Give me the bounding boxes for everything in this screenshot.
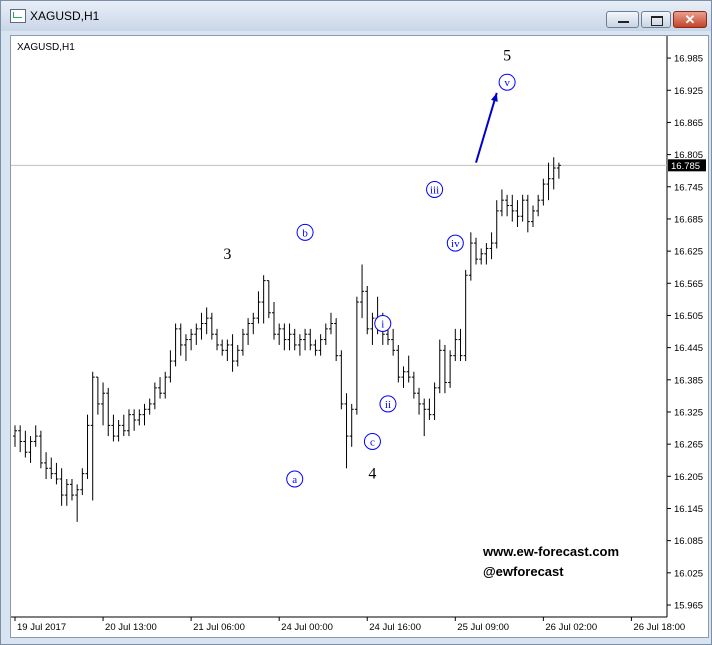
minimize-button[interactable]	[606, 11, 639, 28]
wave-label-ii: ii	[385, 399, 391, 411]
y-tick-label: 16.205	[674, 472, 703, 483]
y-tick-label: 16.985	[674, 54, 703, 65]
y-tick-label: 16.745	[674, 182, 703, 193]
chart-window: XAGUSD,H1 ✕ XAGUSD,H1 16.985 16.925 16.865 1…	[0, 0, 712, 645]
watermark-text: www.ew-forecast.com	[482, 544, 619, 559]
maximize-button[interactable]	[641, 11, 671, 28]
projection-arrow	[475, 92, 498, 163]
y-tick-label: 16.685	[674, 214, 703, 225]
x-tick-label: 26 Jul 02:00	[545, 622, 597, 633]
projection-arrow-head	[491, 92, 498, 102]
y-tick-label: 16.025	[674, 568, 703, 579]
x-tick-label: 26 Jul 18:00	[633, 622, 685, 633]
minimize-icon	[618, 21, 629, 23]
y-tick-label: 16.445	[674, 343, 703, 354]
x-tick-label: 24 Jul 00:00	[281, 622, 333, 633]
y-tick-label: 16.145	[674, 504, 703, 515]
price-chart[interactable]: XAGUSD,H116.98516.92516.86516.80516.7451…	[11, 36, 708, 637]
y-tick-label: 16.925	[674, 86, 703, 97]
y-tick-label: 16.265	[674, 440, 703, 451]
wave-label-iv: iv	[451, 238, 460, 250]
y-tick-label: 16.325	[674, 407, 703, 418]
y-tick-label: 15.965	[674, 601, 703, 612]
wave-label-3: 3	[223, 246, 231, 263]
x-tick-label: 21 Jul 06:00	[193, 622, 245, 633]
x-tick-label: 20 Jul 13:00	[105, 622, 157, 633]
wave-label-5: 5	[503, 47, 511, 64]
window-title: XAGUSD,H1	[30, 9, 100, 23]
maximize-icon	[651, 16, 663, 26]
x-tick-label: 24 Jul 16:00	[369, 622, 421, 633]
y-tick-label: 16.505	[674, 311, 703, 322]
wave-label-b: b	[302, 227, 308, 239]
y-tick-label: 16.625	[674, 247, 703, 258]
wave-label-v: v	[504, 77, 510, 89]
chart-area[interactable]: XAGUSD,H1 16.985 16.925 16.865 16.805 16.745 1…	[10, 35, 709, 638]
watermark-text: @ewforecast	[483, 564, 564, 579]
wave-label-c: c	[370, 436, 375, 448]
close-icon: ✕	[684, 12, 696, 27]
wave-label-i: i	[381, 319, 384, 331]
y-tick-label: 16.865	[674, 118, 703, 129]
chart-symbol-label: XAGUSD,H1	[17, 42, 75, 53]
title-bar[interactable]: XAGUSD,H1 ✕	[1, 1, 711, 31]
chart-app-icon	[10, 9, 26, 23]
y-tick-label: 16.565	[674, 279, 703, 290]
close-button[interactable]: ✕	[673, 11, 707, 28]
wave-label-a: a	[292, 474, 297, 486]
wave-label-4: 4	[368, 466, 376, 483]
current-price-label: 16.785	[671, 161, 700, 172]
y-tick-label: 16.385	[674, 375, 703, 386]
y-tick-label: 16.085	[674, 536, 703, 547]
x-tick-label: 19 Jul 2017	[17, 622, 66, 633]
wave-label-iii: iii	[430, 184, 439, 196]
x-tick-label: 25 Jul 09:00	[457, 622, 509, 633]
